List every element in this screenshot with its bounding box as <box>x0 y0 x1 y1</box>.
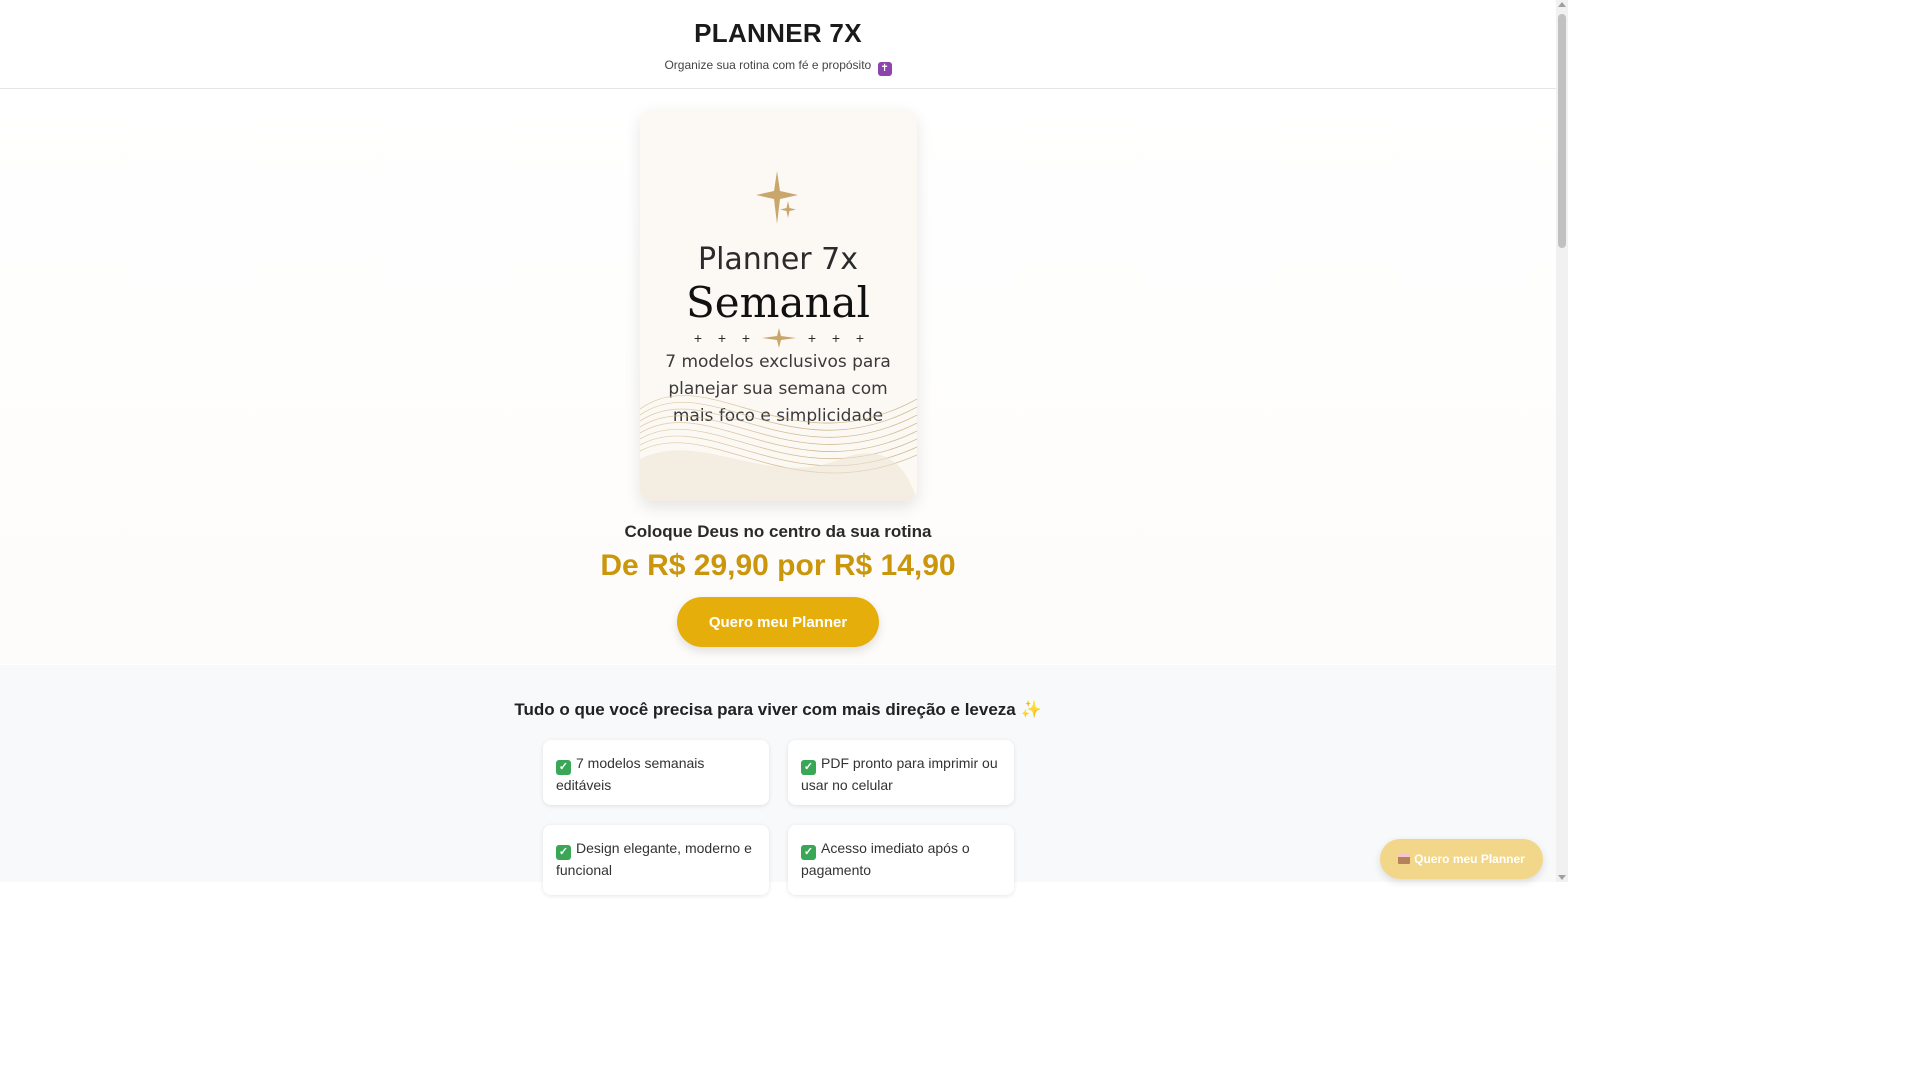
feature-card: ✓ PDF pronto para imprimir ou usar no cel… <box>788 740 1014 805</box>
cake-icon <box>1398 854 1411 864</box>
page-scrollbar[interactable] <box>1556 0 1568 882</box>
svg-text:+: + <box>856 330 864 346</box>
hero-tagline: Coloque Deus no centro da sua rotina <box>624 522 932 541</box>
svg-text:+: + <box>832 330 840 346</box>
check-mark-icon: ✓ <box>556 845 571 860</box>
svg-text:+: + <box>808 330 816 346</box>
scroll-down-arrow-icon[interactable] <box>1558 875 1566 880</box>
cover-desc-line1: 7 modelos exclusivos para <box>665 352 891 372</box>
check-mark-icon: ✓ <box>801 845 816 860</box>
feature-card: ✓ Design elegante, moderno e funcional <box>543 825 769 895</box>
feature-text: 7 modelos semanais editáveis <box>556 755 705 793</box>
feature-text: Acesso imediato após o pagamento <box>801 840 970 878</box>
cover-title-line2: Semanal <box>686 278 870 327</box>
page-title: PLANNER 7X <box>694 18 862 48</box>
svg-text:+: + <box>718 330 726 346</box>
latin-cross-icon: ✝ <box>877 62 892 76</box>
features-section: Tudo o que você precisa para viver com m… <box>0 665 1556 895</box>
floating-buy-label: Quero meu Planner <box>1414 852 1525 866</box>
features-title: Tudo o que você precisa para viver com m… <box>514 700 1042 719</box>
cover-title-line1: Planner 7x <box>698 242 858 277</box>
cover-desc-line3: mais foco e simplicidade <box>673 406 883 426</box>
cover-desc-line2: planejar sua semana com <box>668 379 887 399</box>
svg-text:+: + <box>742 330 750 346</box>
feature-text: PDF pronto para imprimir ou usar no celu… <box>801 755 998 793</box>
check-mark-icon: ✓ <box>556 760 571 775</box>
page-subtitle: Organize sua rotina com fé e propósito ✝ <box>0 58 1556 76</box>
feature-card: ✓ Acesso imediato após o pagamento <box>788 825 1014 895</box>
feature-card: ✓ 7 modelos semanais editáveis <box>543 740 769 805</box>
price-offer: De R$ 29,90 por R$ 14,90 <box>600 549 956 582</box>
site-header: PLANNER 7X Organize sua rotina com fé e … <box>0 0 1556 89</box>
feature-text: Design elegante, moderno e funcional <box>556 840 752 878</box>
svg-text:+: + <box>694 330 702 346</box>
subtitle-text: Organize sua rotina com fé e propósito <box>664 58 872 72</box>
check-mark-icon: ✓ <box>801 760 816 775</box>
scroll-up-arrow-icon[interactable] <box>1558 2 1566 7</box>
planner-cover-image: Planner 7x Semanal + + + + + + 7 modelos… <box>640 109 917 501</box>
cover-artwork: Planner 7x Semanal + + + + + + 7 modelos… <box>640 109 917 501</box>
hero-section: Planner 7x Semanal + + + + + + 7 modelos… <box>0 89 1556 664</box>
floating-buy-button[interactable]: Quero meu Planner <box>1380 839 1543 879</box>
buy-planner-button[interactable]: Quero meu Planner <box>677 597 879 647</box>
scrollbar-thumb[interactable] <box>1558 14 1566 248</box>
